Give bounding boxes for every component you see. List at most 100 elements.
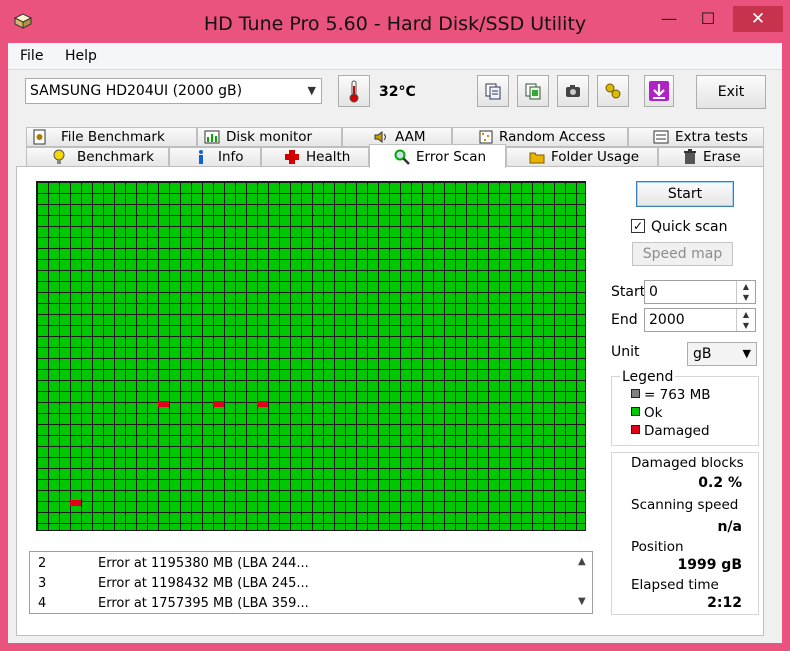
damaged-block	[213, 401, 224, 407]
red-swatch-icon	[631, 425, 640, 434]
start-scan-button[interactable]: Start	[636, 181, 734, 207]
app-window: HD Tune Pro 5.60 - Hard Disk/SSD Utility…	[0, 0, 790, 651]
thermometer-icon	[349, 80, 359, 103]
extra-tests-icon	[653, 130, 669, 144]
end-input-value: 2000	[649, 312, 685, 328]
tab-label: Erase	[703, 149, 741, 165]
screenshot-camera-icon	[566, 85, 580, 97]
list-item[interactable]: 2 Error at 1195380 MB (LBA 244...	[30, 554, 575, 574]
tab-label: AAM	[395, 129, 426, 145]
screenshot-button[interactable]	[557, 75, 589, 107]
health-cross-icon	[285, 150, 299, 164]
client-area: File Help SAMSUNG HD204UI (2000 gB) ▼ 32…	[8, 43, 782, 643]
options-button[interactable]	[597, 75, 629, 107]
info-icon	[199, 150, 203, 164]
gray-swatch-icon	[631, 389, 640, 398]
close-button[interactable]: ✕	[733, 6, 783, 32]
tab-disk-monitor[interactable]: Disk monitor	[197, 127, 342, 147]
tab-label: File Benchmark	[61, 129, 165, 145]
start-input-value: 0	[649, 284, 658, 300]
list-item[interactable]: 4 Error at 1757395 MB (LBA 359...	[30, 594, 575, 614]
error-text: Error at 1195380 MB (LBA 244...	[98, 556, 309, 571]
temperature-button[interactable]	[338, 75, 370, 107]
exit-button[interactable]: Exit	[696, 75, 766, 109]
unit-select-value: gB	[693, 346, 712, 362]
scroll-up-icon[interactable]: ▲	[578, 556, 586, 567]
damaged-block	[257, 401, 268, 407]
tab-label: Disk monitor	[226, 129, 313, 145]
tab-info[interactable]: Info	[169, 147, 261, 167]
elapsed-time-label: Elapsed time	[631, 577, 719, 593]
tab-label: Benchmark	[77, 149, 154, 165]
damaged-blocks-label: Damaged blocks	[631, 455, 744, 471]
damaged-blocks-value: 0.2 %	[698, 475, 742, 491]
end-spinner[interactable]: ▲ ▼	[736, 309, 755, 331]
drive-select[interactable]: SAMSUNG HD204UI (2000 gB) ▼	[25, 78, 322, 104]
bulb-icon	[53, 149, 65, 164]
list-item[interactable]: 3 Error at 1198432 MB (LBA 245...	[30, 574, 575, 594]
copy-text-button[interactable]	[477, 75, 509, 107]
legend-item-damaged: Damaged	[631, 423, 710, 439]
tab-extra-tests[interactable]: Extra tests	[628, 127, 764, 147]
tab-label: Info	[218, 149, 244, 165]
start-label: Start	[611, 284, 646, 300]
menu-bar: File Help	[8, 43, 782, 70]
error-number: 2	[38, 556, 47, 571]
speaker-icon	[374, 131, 386, 143]
menu-help[interactable]: Help	[65, 48, 97, 64]
error-log-list: 2 Error at 1195380 MB (LBA 244... 3 Erro…	[29, 551, 593, 614]
drive-select-value: SAMSUNG HD204UI (2000 gB)	[30, 83, 243, 99]
error-number: 4	[38, 596, 47, 611]
position-value: 1999 gB	[677, 557, 742, 573]
error-text: Error at 1198432 MB (LBA 245...	[98, 576, 309, 591]
trash-icon	[684, 149, 696, 164]
start-spinner[interactable]: ▲ ▼	[736, 281, 755, 303]
legend-label: = 763 MB	[644, 387, 711, 403]
end-label: End	[611, 312, 638, 328]
tab-benchmark[interactable]: Benchmark	[26, 147, 169, 167]
save-download-icon	[649, 81, 669, 101]
quick-scan-checkbox[interactable]: ✓	[631, 219, 645, 233]
options-icon	[605, 83, 621, 99]
start-input[interactable]: 0 ▲ ▼	[644, 280, 756, 304]
tab-file-benchmark[interactable]: File Benchmark	[26, 127, 197, 147]
copy-info-button[interactable]	[517, 75, 549, 107]
copy-info-icon	[525, 83, 541, 100]
legend-title: Legend	[620, 369, 676, 385]
menu-file[interactable]: File	[20, 48, 43, 64]
damaged-block	[158, 401, 169, 407]
folder-icon	[529, 152, 545, 164]
tab-label: Random Access	[499, 129, 606, 145]
legend-label: Damaged	[644, 423, 710, 439]
damaged-block	[70, 500, 81, 506]
speed-map-button[interactable]: Speed map	[632, 242, 733, 266]
tab-folder-usage[interactable]: Folder Usage	[506, 147, 658, 167]
error-number: 3	[38, 576, 47, 591]
disk-monitor-icon	[204, 130, 220, 144]
tab-label: Folder Usage	[551, 149, 640, 165]
temperature-readout: 32°C	[379, 84, 416, 100]
scanning-speed-value: n/a	[717, 519, 742, 535]
minimize-button[interactable]: —	[652, 6, 686, 32]
magnifier-icon	[394, 149, 410, 165]
scanning-speed-label: Scanning speed	[631, 497, 739, 513]
tab-erase[interactable]: Erase	[658, 147, 764, 167]
legend-item-block-size: = 763 MB	[631, 387, 711, 403]
unit-label: Unit	[611, 344, 640, 360]
quick-scan-label: Quick scan	[651, 219, 728, 235]
end-input[interactable]: 2000 ▲ ▼	[644, 308, 756, 332]
file-benchmark-icon	[33, 129, 46, 145]
position-label: Position	[631, 539, 684, 555]
tab-health[interactable]: Health	[261, 147, 369, 167]
elapsed-time-value: 2:12	[707, 595, 742, 611]
log-scrollbar[interactable]: ▲ ▼	[574, 552, 592, 613]
legend-item-ok: Ok	[631, 405, 662, 421]
tab-label: Extra tests	[675, 129, 748, 145]
chevron-down-icon: ▼	[742, 347, 751, 360]
save-button[interactable]	[644, 75, 674, 107]
random-access-icon	[479, 130, 493, 144]
unit-select[interactable]: gB ▼	[687, 342, 757, 366]
maximize-button[interactable]: ☐	[694, 6, 722, 32]
scroll-down-icon[interactable]: ▼	[578, 596, 586, 607]
tab-error-scan[interactable]: Error Scan	[369, 144, 506, 168]
